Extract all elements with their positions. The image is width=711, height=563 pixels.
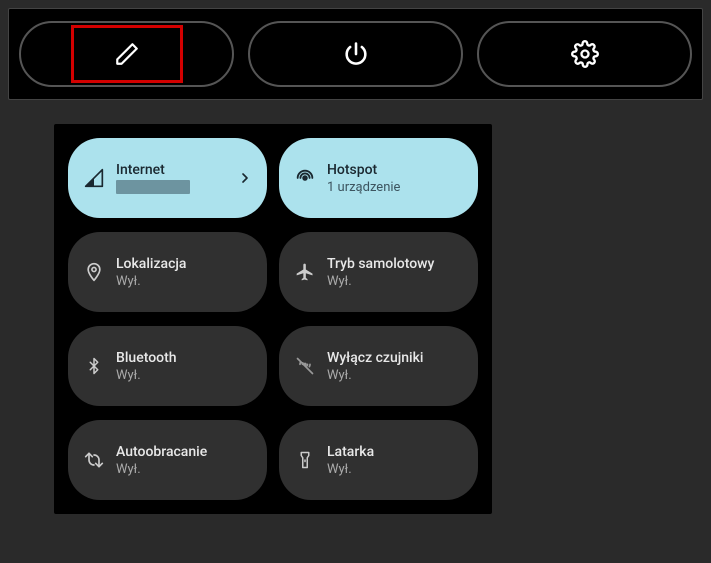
tile-subtitle-redacted [116,180,190,194]
tile-title: Bluetooth [116,350,253,366]
power-icon [342,40,370,68]
internet-tile[interactable]: Internet [68,138,267,218]
power-button[interactable] [248,21,463,87]
settings-button[interactable] [477,21,692,87]
airplane-icon [293,260,317,284]
top-bar [8,8,703,100]
bluetooth-tile[interactable]: Bluetooth Wył. [68,326,267,406]
tile-text: Wyłącz czujniki Wył. [327,350,464,383]
tile-title: Latarka [327,444,464,460]
tile-text: Tryb samolotowy Wył. [327,256,464,289]
sensors-off-icon [293,354,317,378]
tile-subtitle: Wył. [327,368,464,383]
tile-text: Autoobracanie Wył. [116,444,253,477]
tile-subtitle: Wył. [327,462,464,477]
edit-button[interactable] [19,21,234,87]
tile-title: Wyłącz czujniki [327,350,464,366]
airplane-tile[interactable]: Tryb samolotowy Wył. [279,232,478,312]
tile-title: Tryb samolotowy [327,256,464,272]
hotspot-icon [293,166,317,190]
gear-icon [571,40,599,68]
tile-title: Internet [116,162,227,178]
tile-subtitle: Wył. [327,274,464,289]
tile-text: Hotspot 1 urządzenie [327,162,464,195]
tile-text: Latarka Wył. [327,444,464,477]
tile-subtitle: 1 urządzenie [327,180,464,195]
tile-title: Autoobracanie [116,444,253,460]
tile-text: Internet [116,162,227,194]
flashlight-icon [293,448,317,472]
quick-settings-panel: Internet Hotspot 1 urządzenie Lokalizacj… [54,124,492,514]
tile-subtitle: Wył. [116,462,253,477]
sensors-tile[interactable]: Wyłącz czujniki Wył. [279,326,478,406]
autorotate-tile[interactable]: Autoobracanie Wył. [68,420,267,500]
chevron-right-icon [237,170,253,186]
location-icon [82,260,106,284]
tile-subtitle: Wył. [116,368,253,383]
location-tile[interactable]: Lokalizacja Wył. [68,232,267,312]
tile-title: Lokalizacja [116,256,253,272]
hotspot-tile[interactable]: Hotspot 1 urządzenie [279,138,478,218]
flashlight-tile[interactable]: Latarka Wył. [279,420,478,500]
signal-icon [82,166,106,190]
tile-subtitle: Wył. [116,274,253,289]
bluetooth-icon [82,354,106,378]
tile-title: Hotspot [327,162,464,178]
edit-highlight [71,25,183,83]
tile-text: Bluetooth Wył. [116,350,253,383]
tile-text: Lokalizacja Wył. [116,256,253,289]
rotate-icon [82,448,106,472]
